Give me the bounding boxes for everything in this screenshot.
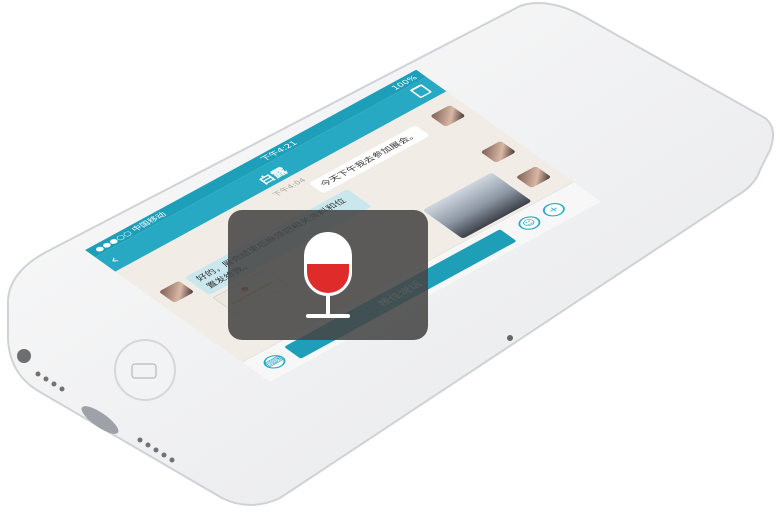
avatar[interactable] bbox=[515, 165, 552, 189]
microphone-base bbox=[306, 314, 350, 318]
home-button bbox=[114, 339, 176, 401]
keyboard-icon[interactable]: ⌨ bbox=[259, 352, 290, 372]
emoji-icon[interactable]: ☺ bbox=[514, 213, 545, 233]
avatar[interactable] bbox=[480, 140, 517, 163]
recording-level bbox=[307, 264, 349, 293]
microphone-stand bbox=[326, 296, 330, 314]
plus-icon[interactable]: + bbox=[538, 200, 570, 220]
microphone-icon bbox=[304, 232, 352, 296]
avatar[interactable] bbox=[158, 280, 195, 303]
recording-overlay bbox=[228, 210, 428, 340]
